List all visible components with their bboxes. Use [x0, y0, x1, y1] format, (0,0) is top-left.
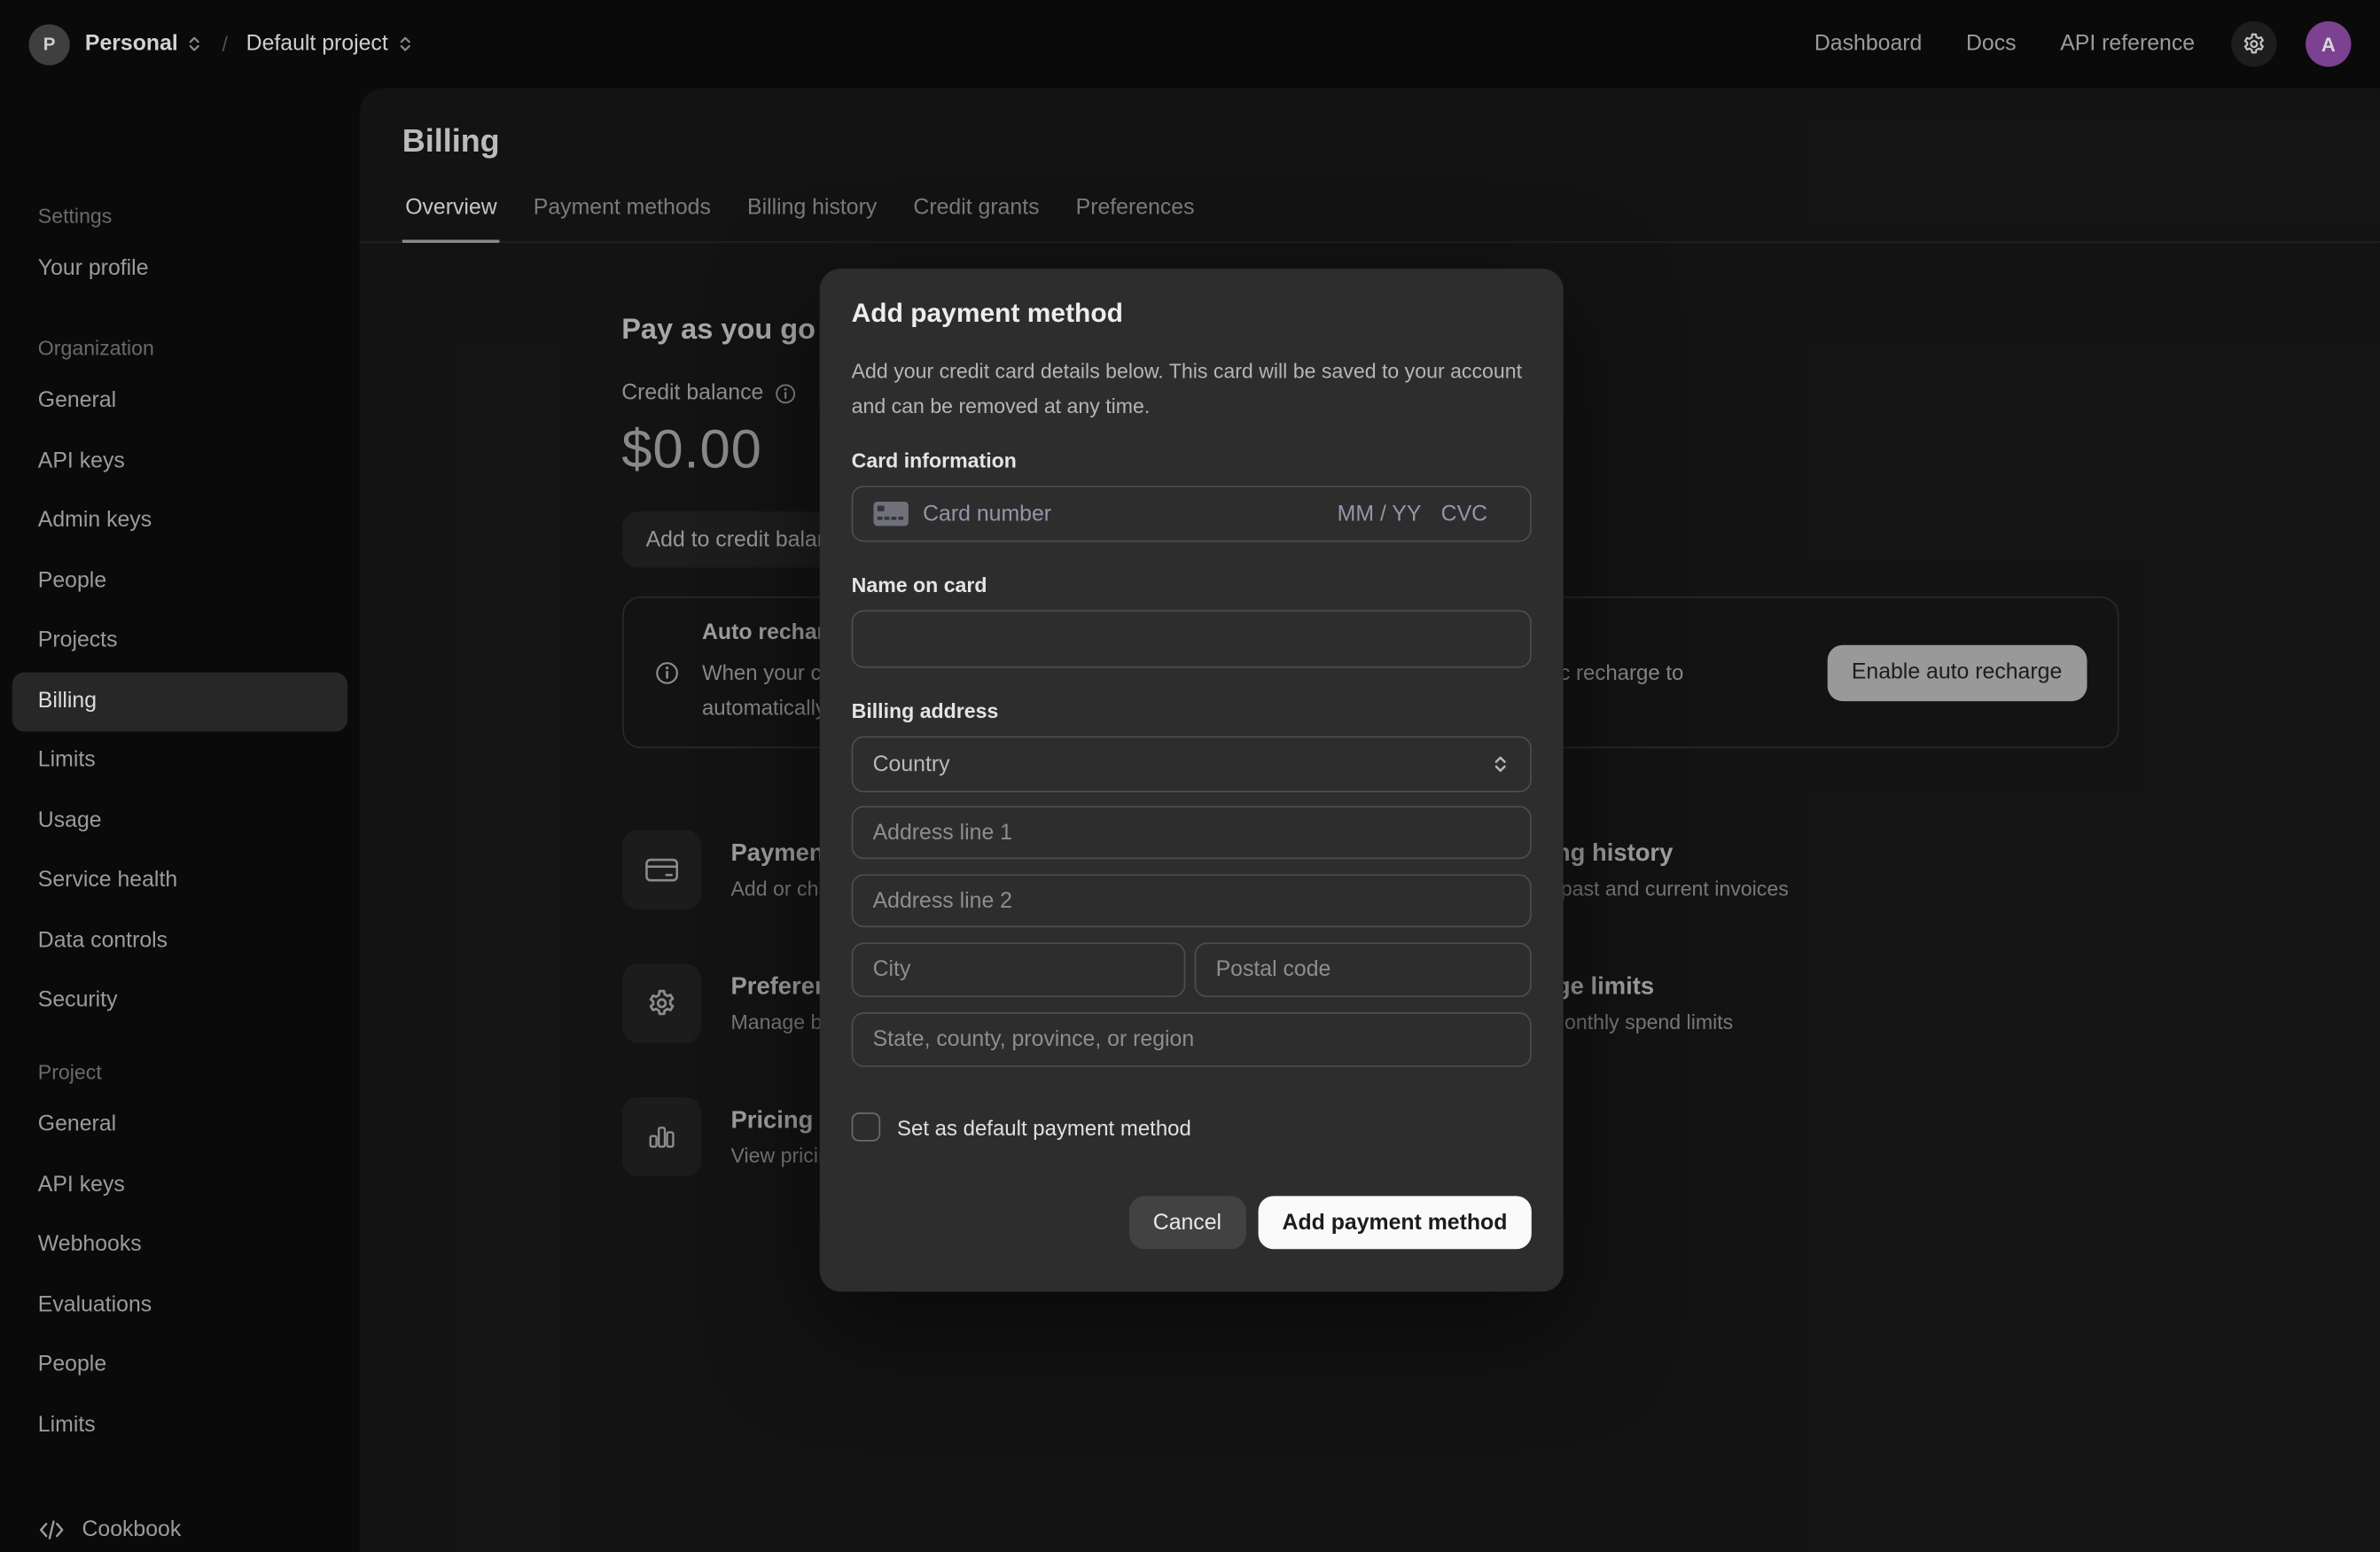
docs-link[interactable]: Docs	[1966, 32, 2017, 56]
card-expiry-cvc: MM / YY CVC	[1338, 502, 1510, 526]
sidebar-item-projects[interactable]: Projects	[0, 612, 347, 672]
sidebar-item-project-people[interactable]: People	[0, 1336, 347, 1396]
sidebar-item-api-keys[interactable]: API keys	[0, 432, 347, 492]
top-bar-actions: Dashboard Docs API reference A	[1770, 21, 2351, 66]
sidebar-item-security[interactable]: Security	[0, 971, 347, 1032]
chevron-updown-icon	[395, 35, 414, 53]
settings-button[interactable]	[2231, 21, 2276, 66]
cancel-button[interactable]: Cancel	[1128, 1196, 1245, 1249]
default-payment-checkbox[interactable]	[852, 1112, 881, 1142]
country-select[interactable]: Country	[852, 736, 1532, 792]
sidebar-item-limits[interactable]: Limits	[0, 731, 347, 792]
card-number-field[interactable]: Card number MM / YY CVC	[852, 486, 1532, 542]
org-avatar-initial: P	[43, 34, 56, 55]
sidebar-header-project: Project	[0, 1050, 347, 1096]
button-label: Cancel	[1153, 1211, 1221, 1235]
card-number-placeholder: Card number	[923, 502, 1051, 526]
address-line2-input[interactable]	[852, 874, 1532, 927]
country-select-value: Country	[873, 752, 950, 776]
chevron-updown-icon	[1491, 754, 1510, 774]
sidebar-section-organization: Organization General API keys Admin keys…	[0, 326, 347, 1031]
chevron-updown-icon	[185, 35, 204, 53]
sidebar-header-organization: Organization	[0, 326, 347, 371]
sidebar-footer: Cookbook Forum	[0, 1500, 347, 1552]
breadcrumb: P Personal / Default project	[29, 24, 414, 65]
sidebar-item-project-limits[interactable]: Limits	[0, 1396, 347, 1456]
sidebar-item-service-health[interactable]: Service health	[0, 852, 347, 912]
state-input[interactable]	[852, 1012, 1532, 1067]
sidebar-item-usage[interactable]: Usage	[0, 792, 347, 852]
app-window: P Personal / Default project Dashboard D…	[0, 0, 2380, 1552]
top-bar: P Personal / Default project Dashboard D…	[0, 0, 2380, 88]
sidebar-item-general[interactable]: General	[0, 372, 347, 433]
sidebar-item-cookbook[interactable]: Cookbook	[0, 1500, 347, 1552]
api-reference-link[interactable]: API reference	[2060, 32, 2195, 56]
sidebar-header-settings: Settings	[0, 194, 347, 239]
modal-description: Add your credit card details below. This…	[852, 354, 1538, 424]
gear-icon	[2242, 32, 2266, 56]
card-expiry-placeholder[interactable]: MM / YY	[1338, 502, 1422, 526]
sidebar-item-admin-keys[interactable]: Admin keys	[0, 492, 347, 552]
sidebar-item-your-profile[interactable]: Your profile	[0, 240, 347, 300]
sidebar-item-project-api-keys[interactable]: API keys	[0, 1156, 347, 1216]
org-avatar[interactable]: P	[29, 24, 70, 65]
default-payment-checkbox-row[interactable]: Set as default payment method	[852, 1112, 1532, 1142]
default-payment-checkbox-label: Set as default payment method	[897, 1115, 1191, 1139]
name-on-card-input[interactable]	[852, 610, 1532, 667]
project-switcher[interactable]: Default project	[246, 32, 388, 56]
city-input[interactable]	[852, 942, 1186, 997]
sidebar-item-data-controls[interactable]: Data controls	[0, 911, 347, 971]
card-information-label: Card information	[852, 449, 1532, 472]
sidebar-item-webhooks[interactable]: Webhooks	[0, 1216, 347, 1276]
credit-card-icon	[873, 501, 909, 526]
breadcrumb-divider: /	[222, 32, 228, 56]
org-switcher[interactable]: Personal	[85, 32, 178, 56]
card-cvc-placeholder[interactable]: CVC	[1441, 502, 1487, 526]
modal-actions: Cancel Add payment method	[852, 1196, 1532, 1249]
sidebar-section-project: Project General API keys Webhooks Evalua…	[0, 1050, 347, 1455]
user-avatar[interactable]: A	[2306, 21, 2351, 66]
sidebar-item-evaluations[interactable]: Evaluations	[0, 1275, 347, 1336]
sidebar-section-settings: Settings Your profile	[0, 194, 347, 300]
postal-code-input[interactable]	[1195, 942, 1532, 997]
user-avatar-initial: A	[2321, 33, 2336, 56]
sidebar-item-label: Cookbook	[82, 1517, 181, 1541]
modal-title: Add payment method	[852, 298, 1532, 330]
city-postal-row	[852, 927, 1532, 997]
add-payment-method-button[interactable]: Add payment method	[1258, 1196, 1532, 1249]
code-icon	[38, 1519, 66, 1540]
dashboard-link[interactable]: Dashboard	[1814, 32, 1922, 56]
sidebar-item-project-general[interactable]: General	[0, 1096, 347, 1156]
add-payment-method-modal: Add payment method Add your credit card …	[820, 269, 1564, 1291]
name-on-card-label: Name on card	[852, 573, 1532, 597]
sidebar: Settings Your profile Organization Gener…	[0, 88, 360, 1552]
address-line1-input[interactable]	[852, 806, 1532, 859]
sidebar-item-people[interactable]: People	[0, 551, 347, 612]
button-label: Add payment method	[1283, 1211, 1508, 1235]
billing-address-label: Billing address	[852, 699, 1532, 722]
sidebar-item-billing[interactable]: Billing	[12, 672, 347, 732]
